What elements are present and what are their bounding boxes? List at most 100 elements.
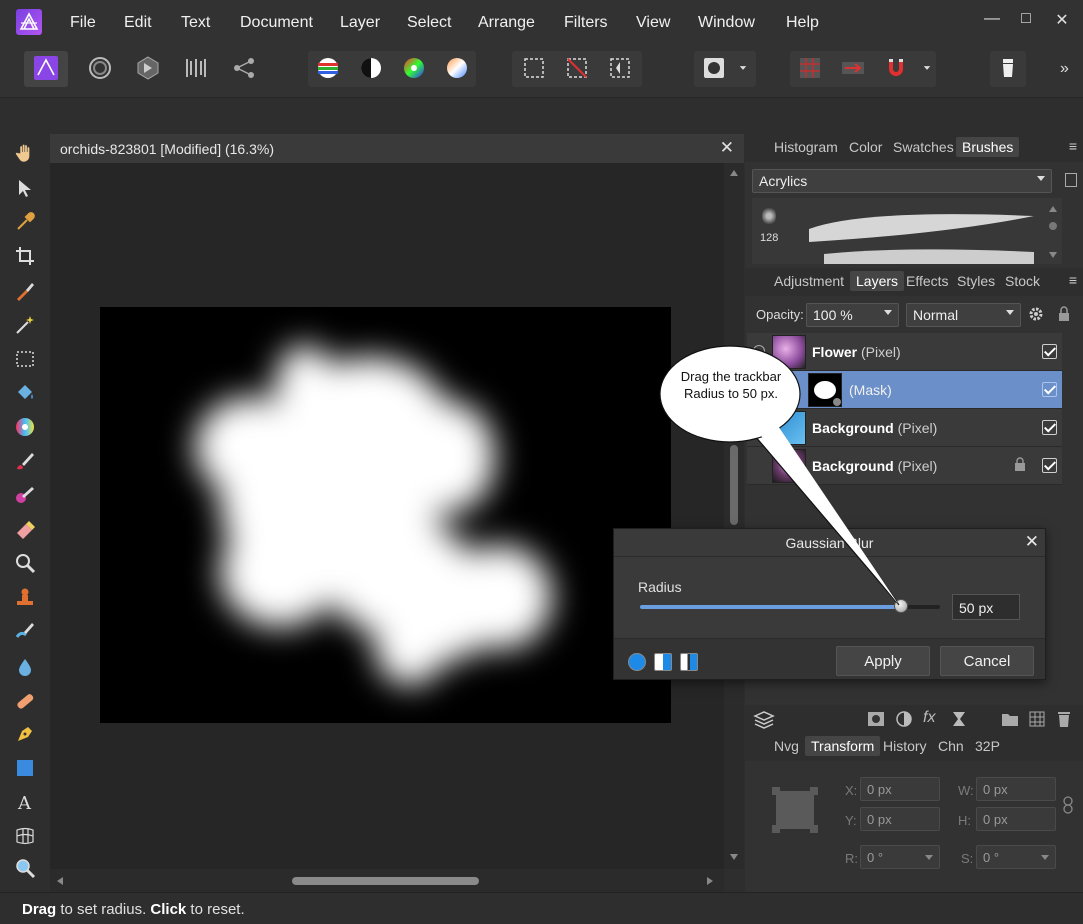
radius-slider-knob[interactable] <box>894 599 908 613</box>
develop-persona-icon[interactable] <box>132 52 164 84</box>
tab-32p[interactable]: 32P <box>975 738 1000 754</box>
cancel-button[interactable]: Cancel <box>940 646 1034 676</box>
selection-brush-icon[interactable] <box>12 278 38 304</box>
quick-mask-dropdown-icon[interactable] <box>730 52 756 84</box>
add-mask-icon[interactable] <box>867 711 885 727</box>
rectangle-tool-icon[interactable] <box>12 755 38 781</box>
layer-row-mask[interactable]: (Mask) <box>747 371 1062 409</box>
y-field[interactable]: 0 px <box>860 807 940 831</box>
gradient-tool-icon[interactable] <box>12 414 38 440</box>
tab-transform[interactable]: Transform <box>805 736 881 756</box>
new-group-folder-icon[interactable] <box>1001 711 1019 727</box>
layer-fx-icon[interactable]: fx <box>923 709 935 727</box>
export-persona-icon[interactable] <box>228 52 260 84</box>
layers-stack-icon[interactable] <box>753 709 775 729</box>
menu-filters[interactable]: Filters <box>564 14 608 32</box>
tab-styles[interactable]: Styles <box>957 273 995 289</box>
tab-color[interactable]: Color <box>849 139 882 155</box>
tab-histogram[interactable]: Histogram <box>774 139 838 155</box>
erase-brush-icon[interactable] <box>12 516 38 542</box>
text-tool-icon[interactable]: A <box>12 789 38 815</box>
menu-file[interactable]: File <box>70 14 96 32</box>
w-field[interactable]: 0 px <box>976 777 1056 801</box>
color-picker-icon[interactable] <box>12 209 38 235</box>
menu-layer[interactable]: Layer <box>340 14 380 32</box>
apply-button[interactable]: Apply <box>836 646 930 676</box>
layer-visible-checkbox[interactable] <box>1042 458 1057 473</box>
new-pixel-layer-icon[interactable] <box>1029 711 1045 727</box>
toolbar-overflow-button[interactable]: » <box>1060 60 1069 78</box>
dodge-brush-icon[interactable] <box>12 550 38 576</box>
snapping-dropdown-icon[interactable] <box>914 52 940 84</box>
snapping-magnet-icon[interactable] <box>880 52 912 84</box>
mask-image[interactable] <box>100 307 671 723</box>
view-tool-hand-icon[interactable] <box>12 140 38 166</box>
mid-panel-menu-icon[interactable]: ≡ <box>1069 272 1077 288</box>
layer-visible-checkbox[interactable] <box>1042 420 1057 435</box>
invert-selection-icon[interactable] <box>604 52 636 84</box>
brush-category-dropdown[interactable]: Acrylics <box>752 169 1052 193</box>
x-field[interactable]: 0 px <box>860 777 940 801</box>
horizontal-scroll-thumb[interactable] <box>292 877 479 885</box>
tab-effects[interactable]: Effects <box>906 273 949 289</box>
tab-navigator[interactable]: Nvg <box>774 738 799 754</box>
menu-document[interactable]: Document <box>240 14 313 32</box>
menu-help[interactable]: Help <box>786 14 819 32</box>
smudge-brush-icon[interactable] <box>12 618 38 644</box>
flood-select-wand-icon[interactable] <box>12 312 38 338</box>
menu-text[interactable]: Text <box>181 14 210 32</box>
tone-mapping-persona-icon[interactable] <box>180 52 212 84</box>
radius-value-field[interactable]: 50 px <box>952 594 1020 620</box>
pen-tool-icon[interactable] <box>12 721 38 747</box>
auto-colors-icon[interactable] <box>398 52 430 84</box>
minimize-button[interactable]: — <box>980 10 1004 28</box>
menu-edit[interactable]: Edit <box>124 14 152 32</box>
healing-brush-bandage-icon[interactable] <box>12 688 38 714</box>
blend-mode-dropdown[interactable]: Normal <box>906 303 1021 327</box>
link-aspect-chain-icon[interactable] <box>1063 796 1073 814</box>
tab-channels[interactable]: Chn <box>938 738 964 754</box>
live-filter-icon[interactable] <box>951 710 967 728</box>
lock-layer-icon[interactable] <box>1058 306 1070 322</box>
flood-fill-icon[interactable] <box>12 380 38 406</box>
photo-persona-icon[interactable] <box>30 52 62 84</box>
layer-row-flower[interactable]: Flower (Pixel) <box>747 333 1062 371</box>
layer-settings-gear-icon[interactable] <box>1028 306 1044 322</box>
h-field[interactable]: 0 px <box>976 807 1056 831</box>
shear-field[interactable]: 0 ° <box>976 845 1056 869</box>
delete-layer-trash-icon[interactable] <box>1057 710 1071 728</box>
auto-levels-icon[interactable] <box>312 52 344 84</box>
deselect-icon[interactable] <box>561 52 593 84</box>
blend-mode-mirror-icon[interactable] <box>680 653 698 671</box>
move-tool-arrow-icon[interactable] <box>12 175 38 201</box>
crop-tool-icon[interactable] <box>12 243 38 269</box>
affinity-photo-logo-icon[interactable] <box>16 9 42 35</box>
document-tab[interactable]: orchids-823801 [Modified] (16.3%) ✕ <box>50 134 744 163</box>
tab-adjustment[interactable]: Adjustment <box>774 273 844 289</box>
close-document-button[interactable]: ✕ <box>720 138 734 158</box>
blur-brush-drop-icon[interactable] <box>12 654 38 680</box>
liquify-persona-icon[interactable] <box>84 52 116 84</box>
layer-visible-checkbox[interactable] <box>1042 344 1057 359</box>
blend-mode-split-icon[interactable] <box>654 653 672 671</box>
pixel-brush-icon[interactable] <box>12 482 38 508</box>
top-panel-menu-icon[interactable]: ≡ <box>1069 138 1077 154</box>
marquee-tool-icon[interactable] <box>12 346 38 372</box>
brush-preview-list[interactable]: 128 <box>752 198 1062 264</box>
menu-view[interactable]: View <box>636 14 670 32</box>
tab-history[interactable]: History <box>883 738 927 754</box>
clone-stamp-icon[interactable] <box>12 584 38 610</box>
close-window-button[interactable]: ✕ <box>1050 10 1074 30</box>
tab-layers[interactable]: Layers <box>850 271 905 291</box>
auto-white-balance-icon[interactable] <box>441 52 473 84</box>
tab-stock[interactable]: Stock <box>1005 273 1040 289</box>
add-adjustment-icon[interactable] <box>895 710 913 728</box>
quick-mask-icon[interactable] <box>698 52 730 84</box>
menu-window[interactable]: Window <box>698 14 755 32</box>
tab-swatches[interactable]: Swatches <box>893 139 954 155</box>
layer-visibility-icon[interactable] <box>753 345 765 357</box>
auto-contrast-icon[interactable] <box>355 52 387 84</box>
maximize-button[interactable]: □ <box>1014 10 1038 28</box>
layer-visible-checkbox[interactable] <box>1042 382 1057 397</box>
layer-locked-icon[interactable] <box>1015 457 1025 471</box>
